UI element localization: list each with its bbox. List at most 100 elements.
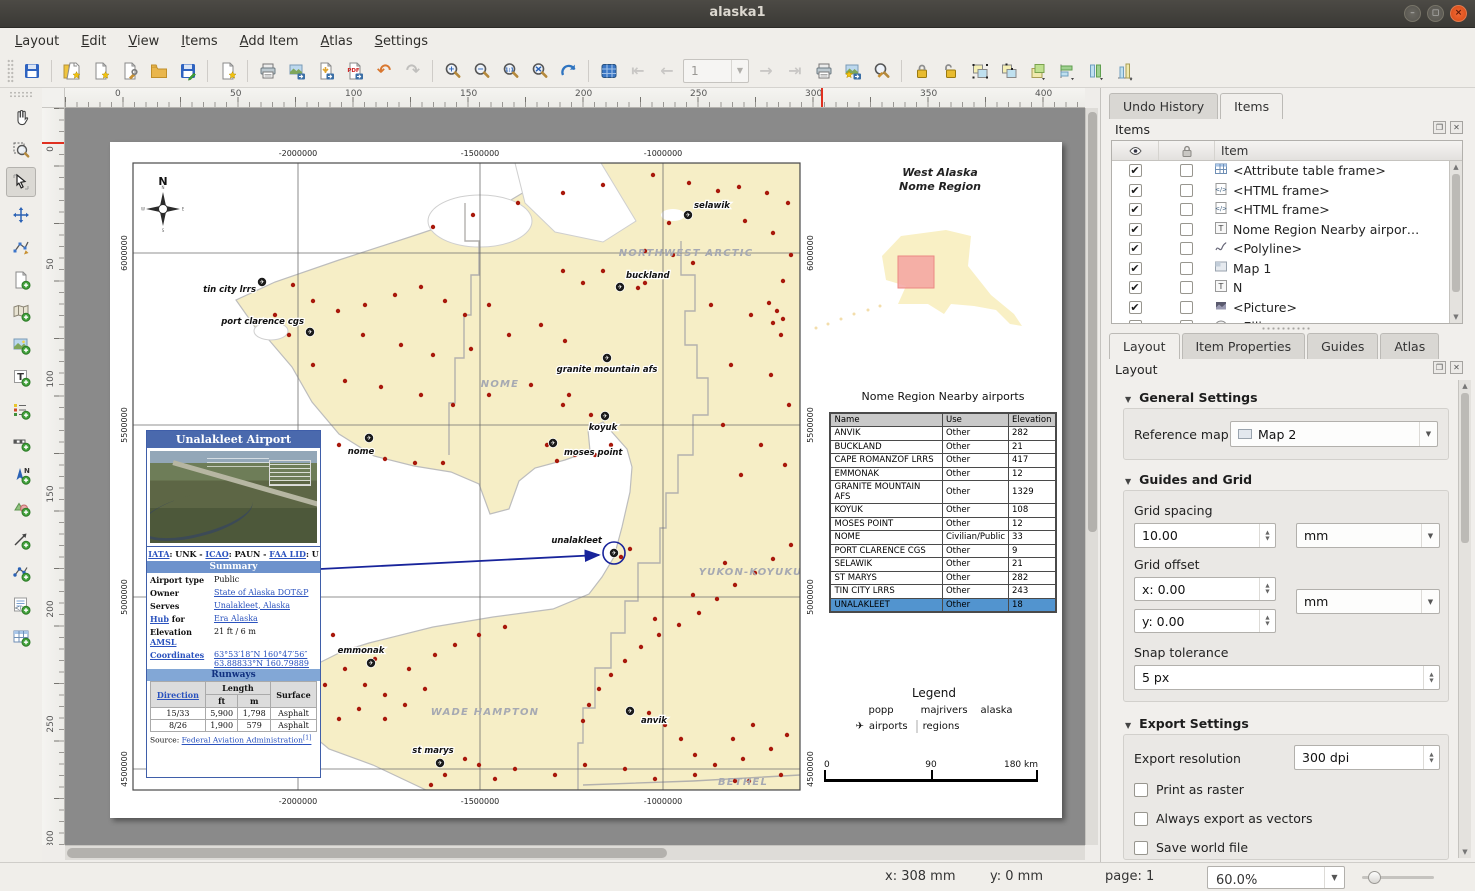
close-button[interactable]: × bbox=[1450, 5, 1467, 22]
checkbox-print-as-raster[interactable]: Print as raster bbox=[1134, 782, 1244, 797]
infobox-link[interactable]: Unalakleet, Alaska bbox=[214, 601, 290, 610]
tab-atlas[interactable]: Atlas bbox=[1380, 333, 1439, 359]
export-svg-button[interactable] bbox=[311, 56, 340, 85]
zoom-slider[interactable] bbox=[1362, 876, 1434, 879]
scrollbar-thumb[interactable] bbox=[1088, 112, 1097, 532]
lock-checkbox[interactable] bbox=[1180, 262, 1193, 275]
chevron-down-icon[interactable]: ▼ bbox=[1421, 524, 1439, 547]
checkbox-always-export-as-vectors[interactable]: Always export as vectors bbox=[1134, 811, 1313, 826]
menu-view[interactable]: View bbox=[117, 30, 170, 53]
layout-manager-button[interactable] bbox=[115, 56, 144, 85]
visibility-checkbox[interactable]: ✔ bbox=[1129, 164, 1142, 177]
toolbox-grip[interactable] bbox=[9, 91, 33, 98]
vertical-scrollbar[interactable] bbox=[1085, 108, 1098, 845]
float-panel-icon[interactable]: ❐ bbox=[1433, 121, 1446, 134]
add-shape-tool[interactable] bbox=[6, 492, 36, 522]
lock-checkbox[interactable] bbox=[1180, 281, 1193, 294]
infobox-link[interactable]: [1] bbox=[303, 736, 312, 745]
export-image-button[interactable] bbox=[282, 56, 311, 85]
infobox-link[interactable]: Coordinates bbox=[150, 650, 204, 660]
items-row-ellipse[interactable]: ✔<Ellipse> bbox=[1112, 317, 1462, 324]
zoom-in-button[interactable]: + bbox=[438, 56, 467, 85]
lock-checkbox[interactable] bbox=[1180, 223, 1193, 236]
visibility-checkbox[interactable]: ✔ bbox=[1129, 223, 1142, 236]
infobox-link[interactable]: Hub bbox=[150, 614, 169, 624]
lock-checkbox[interactable] bbox=[1180, 242, 1193, 255]
scrollbar-thumb[interactable] bbox=[67, 848, 667, 858]
visibility-checkbox[interactable]: ✔ bbox=[1129, 301, 1142, 314]
checkbox-box[interactable] bbox=[1134, 812, 1148, 826]
tab-layout[interactable]: Layout bbox=[1109, 333, 1180, 359]
menu-edit[interactable]: Edit bbox=[70, 30, 117, 53]
visibility-checkbox[interactable]: ✔ bbox=[1129, 281, 1142, 294]
checkbox-box[interactable] bbox=[1134, 841, 1148, 855]
maximize-button[interactable]: ◻ bbox=[1427, 5, 1444, 22]
infobox-link[interactable]: Federal Aviation Administration bbox=[182, 736, 303, 745]
chevron-down-icon[interactable]: ▼ bbox=[1419, 422, 1437, 446]
raise-items-button[interactable] bbox=[1023, 56, 1052, 85]
save-button[interactable] bbox=[17, 56, 46, 85]
add-legend-tool[interactable] bbox=[6, 395, 36, 425]
toolbar-grip[interactable] bbox=[7, 59, 14, 83]
atlas-first-button[interactable]: ⇤ bbox=[623, 56, 652, 85]
atlas-settings-button[interactable] bbox=[867, 56, 896, 85]
atlas-preview-button[interactable] bbox=[594, 56, 623, 85]
items-row-nome-region-nearby-airpor[interactable]: ✔TNome Region Nearby airpor… bbox=[1112, 220, 1462, 240]
spin-arrows[interactable]: ▲▼ bbox=[1259, 610, 1275, 632]
add-arrow-tool[interactable] bbox=[6, 525, 36, 555]
tab-items[interactable]: Items bbox=[1220, 93, 1283, 119]
new-item-from-template-button[interactable] bbox=[213, 56, 242, 85]
print-button[interactable] bbox=[253, 56, 282, 85]
group-items-button[interactable] bbox=[965, 56, 994, 85]
panel-splitter[interactable] bbox=[1261, 326, 1311, 331]
grid-spacing-unit-combobox[interactable]: mm▼ bbox=[1296, 523, 1440, 548]
scalebar-item[interactable]: 0 90 180 km bbox=[824, 760, 1038, 782]
zoom-actual-button[interactable]: 1:1 bbox=[496, 56, 525, 85]
spin-arrows[interactable]: ▲▼ bbox=[1423, 666, 1439, 689]
checkbox-box[interactable] bbox=[1134, 783, 1148, 797]
zoom-level-combobox[interactable]: 60.0%▼ bbox=[1207, 866, 1345, 889]
redo-button[interactable]: ↷ bbox=[398, 56, 427, 85]
undo-button[interactable]: ↶ bbox=[369, 56, 398, 85]
atlas-prev-button[interactable]: ← bbox=[652, 56, 681, 85]
snap-tolerance-spinbox[interactable]: 5 px▲▼ bbox=[1134, 665, 1440, 690]
attribute-table-frame[interactable]: Nome Region Nearby airports NameUseEleva… bbox=[824, 390, 1062, 613]
lock-checkbox[interactable] bbox=[1180, 320, 1193, 324]
layout-page[interactable]: ✈tin city lrrs✈port clarence cgs✈selawik… bbox=[110, 142, 1062, 818]
horizontal-scrollbar[interactable] bbox=[65, 845, 1085, 860]
add-html-frame-tool[interactable]: </> bbox=[6, 590, 36, 620]
visibility-checkbox[interactable]: ✔ bbox=[1129, 262, 1142, 275]
layout-canvas[interactable]: ✈tin city lrrs✈port clarence cgs✈selawik… bbox=[65, 108, 1085, 845]
legend-item[interactable]: Legend popp✈airportsmajriversregionsalas… bbox=[822, 686, 1046, 732]
save-template-button[interactable] bbox=[173, 56, 202, 85]
tab-item-properties[interactable]: Item Properties bbox=[1182, 333, 1306, 359]
export-pdf-button[interactable]: PDF bbox=[340, 56, 369, 85]
close-panel-icon[interactable]: ✕ bbox=[1450, 121, 1463, 134]
visibility-checkbox[interactable]: ✔ bbox=[1129, 242, 1142, 255]
checkbox-save-world-file[interactable]: Save world file bbox=[1134, 840, 1248, 855]
lock-checkbox[interactable] bbox=[1180, 184, 1193, 197]
items-row-polyline[interactable]: ✔<Polyline> bbox=[1112, 239, 1462, 259]
overview-map-picture[interactable] bbox=[786, 200, 1036, 345]
visibility-checkbox[interactable]: ✔ bbox=[1129, 320, 1142, 324]
grid-offset-y-spinbox[interactable]: y: 0.00▲▼ bbox=[1134, 609, 1276, 633]
distribute-items-button[interactable] bbox=[1081, 56, 1110, 85]
layout-panel-scrollbar[interactable]: ▲▼ bbox=[1458, 380, 1471, 858]
ungroup-items-button[interactable] bbox=[994, 56, 1023, 85]
add-node-item-tool[interactable] bbox=[6, 557, 36, 587]
items-row-attribute-table-frame[interactable]: ✔<Attribute table frame> bbox=[1112, 161, 1462, 181]
menu-atlas[interactable]: Atlas bbox=[310, 30, 364, 53]
add-page-tool[interactable] bbox=[6, 265, 36, 295]
pan-tool[interactable] bbox=[6, 102, 36, 132]
infobox-link[interactable]: Era Alaska bbox=[214, 614, 258, 623]
close-panel-icon[interactable]: ✕ bbox=[1450, 361, 1463, 374]
section-general-settings[interactable]: ▼General Settings bbox=[1125, 390, 1258, 405]
grid-spacing-spinbox[interactable]: 10.00▲▼ bbox=[1134, 523, 1276, 548]
add-picture-tool[interactable] bbox=[6, 330, 36, 360]
add-north-arrow-tool[interactable]: N bbox=[6, 460, 36, 490]
atlas-next-button[interactable]: → bbox=[751, 56, 780, 85]
grid-offset-x-spinbox[interactable]: x: 0.00▲▼ bbox=[1134, 577, 1276, 601]
spin-arrows[interactable]: ▲▼ bbox=[1259, 578, 1275, 600]
minimize-button[interactable]: – bbox=[1404, 5, 1421, 22]
items-row-n[interactable]: ✔TN bbox=[1112, 278, 1462, 298]
